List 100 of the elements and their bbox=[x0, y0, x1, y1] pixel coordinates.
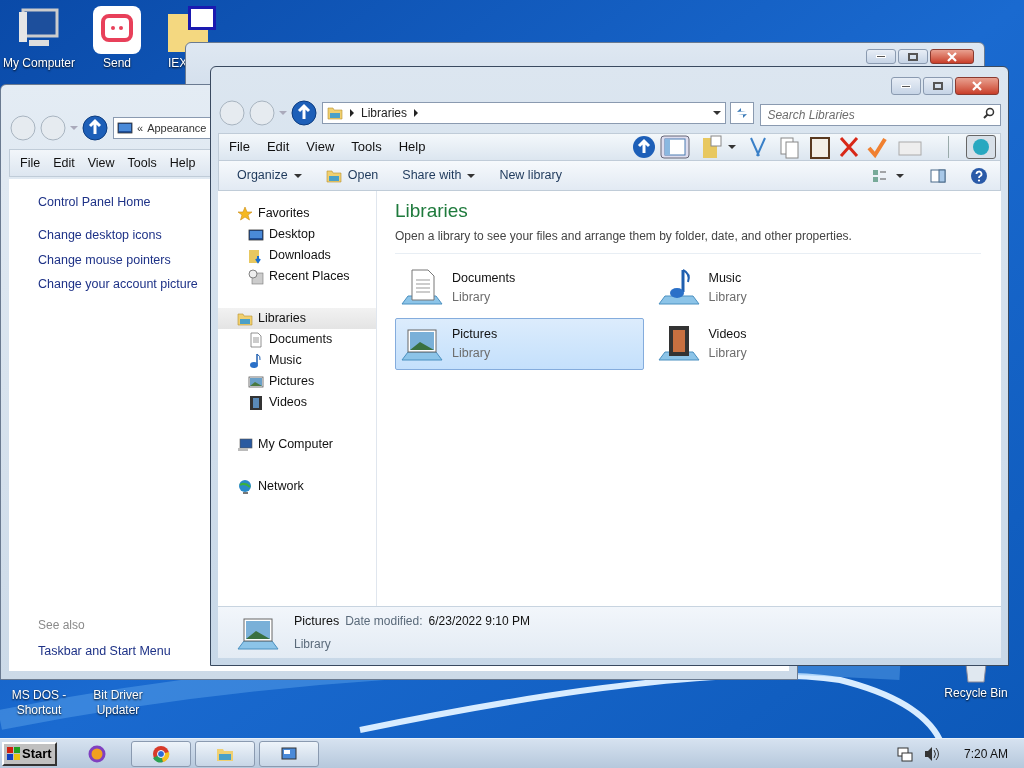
nav-item[interactable]: Network bbox=[218, 476, 376, 497]
help-icon[interactable] bbox=[970, 166, 988, 185]
library-name: Documents bbox=[452, 269, 516, 287]
caret-icon bbox=[713, 110, 722, 116]
chevron-icon bbox=[413, 109, 420, 117]
monitor-icon bbox=[117, 120, 133, 136]
taskbar-button[interactable] bbox=[258, 740, 319, 767]
close-icon bbox=[946, 51, 958, 62]
chevron-icon bbox=[349, 109, 355, 117]
minimize-button[interactable] bbox=[891, 77, 921, 95]
clock[interactable]: 7:20 AM bbox=[949, 744, 1022, 763]
refresh-button[interactable] bbox=[730, 102, 755, 124]
nav-item[interactable]: Videos bbox=[218, 392, 376, 413]
app-icon bbox=[150, 743, 171, 764]
document-icon bbox=[248, 331, 264, 348]
nav-item[interactable]: Favorites bbox=[218, 203, 376, 224]
nav-item[interactable]: My Computer bbox=[218, 434, 376, 455]
taskbar-button[interactable] bbox=[194, 740, 255, 767]
library-name: Pictures bbox=[452, 325, 498, 343]
menu-item[interactable]: Tools bbox=[127, 153, 157, 173]
monitor-icon bbox=[248, 226, 264, 243]
library-tile[interactable]: Videos Library bbox=[651, 317, 900, 370]
nav-item[interactable]: Music bbox=[218, 350, 376, 371]
related-link[interactable]: Taskbar and Start Menu bbox=[38, 642, 171, 661]
windows-logo-icon bbox=[7, 746, 21, 761]
section-heading: See also bbox=[38, 617, 85, 635]
close-button[interactable] bbox=[930, 49, 974, 64]
folder-icon bbox=[327, 105, 343, 121]
library-type: Library bbox=[452, 344, 492, 362]
menu-item[interactable]: Help bbox=[398, 137, 426, 157]
library-type: Library bbox=[708, 288, 747, 306]
globe-icon bbox=[237, 478, 253, 495]
nav-item[interactable]: Documents bbox=[218, 329, 376, 350]
task-link[interactable]: Change your account picture bbox=[38, 275, 198, 294]
search-field[interactable]: Search Libraries bbox=[760, 104, 1001, 126]
computer-icon bbox=[237, 436, 253, 453]
minimize-button[interactable] bbox=[866, 49, 896, 64]
desktop-icon-label[interactable]: Bit Driver Updater bbox=[79, 688, 157, 718]
address-bar[interactable]: Libraries bbox=[322, 102, 727, 124]
close-icon bbox=[971, 81, 983, 91]
network-icon[interactable] bbox=[895, 745, 914, 762]
app-icon[interactable] bbox=[93, 6, 141, 54]
task-link[interactable]: Change mouse pointers bbox=[38, 250, 171, 270]
library-heading: Libraries bbox=[395, 199, 469, 223]
folder-icon bbox=[237, 310, 253, 327]
recent-icon bbox=[248, 268, 264, 285]
desktop-icon-label[interactable]: MS DOS - Shortcut bbox=[0, 688, 78, 718]
nav-item[interactable]: Pictures bbox=[218, 371, 376, 392]
breadcrumb-item[interactable]: Libraries bbox=[361, 104, 408, 122]
command-button[interactable]: Share with bbox=[402, 166, 476, 185]
maximize-button[interactable] bbox=[923, 77, 953, 95]
library-type: Library bbox=[708, 344, 747, 362]
app-icon bbox=[86, 743, 107, 764]
library-tile[interactable]: Pictures Library bbox=[395, 317, 644, 370]
library-name: Videos bbox=[708, 325, 747, 343]
menu-item[interactable]: Edit bbox=[266, 137, 290, 157]
desktop-icon-label[interactable]: Send bbox=[103, 56, 131, 71]
view-options-icon[interactable] bbox=[872, 167, 906, 184]
search-icon bbox=[983, 107, 995, 119]
menu-item[interactable]: File bbox=[20, 153, 41, 173]
menu-item[interactable]: Edit bbox=[53, 153, 75, 173]
command-button[interactable]: Organize bbox=[237, 166, 302, 185]
close-button[interactable] bbox=[955, 77, 999, 95]
refresh-icon bbox=[735, 106, 750, 120]
taskbar-button[interactable] bbox=[130, 740, 191, 767]
details-label: Date modified: bbox=[345, 613, 423, 631]
nav-item[interactable]: Desktop bbox=[218, 224, 376, 245]
details-value: 6/23/2022 9:10 PM bbox=[428, 613, 530, 631]
nav-item[interactable]: Recent Places bbox=[218, 266, 376, 287]
nav-item[interactable]: Downloads bbox=[218, 245, 376, 266]
speaker-icon[interactable] bbox=[923, 745, 940, 762]
menu-item[interactable]: File bbox=[229, 137, 250, 157]
globe-button[interactable] bbox=[966, 135, 996, 159]
task-link[interactable]: Change desktop icons bbox=[38, 225, 162, 245]
desktop-icon-label[interactable]: Recycle Bin bbox=[944, 684, 1008, 702]
menu-item[interactable]: Help bbox=[169, 153, 196, 173]
library-tile[interactable]: Music Library bbox=[651, 261, 900, 314]
breadcrumb-item[interactable]: Appearance bbox=[147, 119, 207, 137]
star-icon bbox=[237, 205, 253, 222]
maximize-button[interactable] bbox=[898, 49, 928, 64]
menu-item[interactable]: View bbox=[87, 153, 115, 173]
picture-icon bbox=[248, 373, 264, 390]
command-button[interactable]: New library bbox=[499, 166, 562, 185]
nav-item[interactable]: Libraries bbox=[218, 308, 376, 329]
start-button[interactable]: Start bbox=[2, 741, 57, 766]
library-description: Open a library to see your files and arrange them by folder, date, and other properties. bbox=[395, 226, 981, 254]
details-type: Library bbox=[294, 635, 332, 653]
music-note-icon bbox=[248, 352, 264, 369]
film-icon bbox=[248, 394, 264, 411]
menu-item[interactable]: Tools bbox=[351, 137, 382, 157]
desktop-icon-label[interactable]: My Computer bbox=[3, 56, 75, 71]
address-bar[interactable]: « Appearance bbox=[113, 117, 213, 139]
menu-item[interactable]: View bbox=[306, 137, 335, 157]
preview-pane-icon[interactable] bbox=[930, 167, 946, 184]
breadcrumb-separator: « bbox=[137, 120, 144, 136]
library-tile[interactable]: Documents Library bbox=[395, 261, 644, 314]
folder-arrow-icon bbox=[248, 247, 264, 264]
home-link[interactable]: Control Panel Home bbox=[38, 193, 151, 212]
command-button[interactable]: Open bbox=[325, 166, 379, 185]
library-type: Library bbox=[452, 288, 492, 306]
